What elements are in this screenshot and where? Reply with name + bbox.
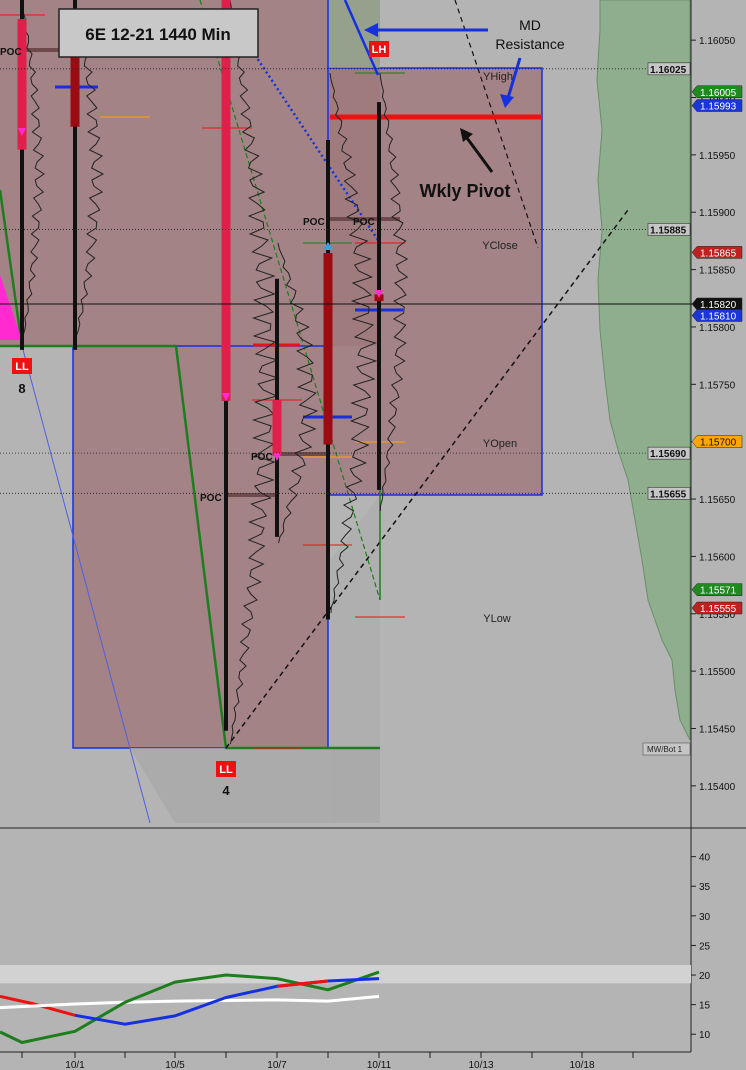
price-tick-label-14: 1.15400 bbox=[699, 782, 736, 793]
price-level-label-9: 1.15690 bbox=[650, 449, 687, 460]
price-tag-label-3: 1.15993 bbox=[700, 102, 737, 113]
mw-bot-label: MW/Bot 1 bbox=[647, 745, 683, 754]
osc-tick-label-7: 10 bbox=[699, 1030, 711, 1041]
osc-tick-label-6: 15 bbox=[699, 1001, 711, 1012]
chart-title: 6E 12-21 1440 Min bbox=[85, 25, 231, 44]
md-resistance-line1: MD bbox=[519, 17, 541, 33]
osc-tick-label-4: 25 bbox=[699, 941, 711, 952]
bar-body-5 bbox=[323, 253, 333, 445]
ll-tag-1: LL bbox=[15, 361, 29, 373]
price-tick-label-13: 1.15450 bbox=[699, 724, 736, 735]
price-tag-label-2: 1.16005 bbox=[700, 88, 737, 99]
osc-tick-label-1: 40 bbox=[699, 853, 711, 864]
price-tick-label-4: 1.15900 bbox=[699, 208, 736, 219]
price-tick-label-9: 1.15650 bbox=[699, 495, 736, 506]
bar-body-3 bbox=[221, 0, 231, 401]
price-level-label-10: 1.15655 bbox=[650, 489, 687, 500]
price-tag-label-8: 1.15700 bbox=[700, 438, 737, 449]
yhigh-label: YHigh bbox=[483, 71, 513, 83]
osc-tick-label-2: 35 bbox=[699, 882, 711, 893]
time-tick-label-5: 10/13 bbox=[468, 1060, 493, 1070]
time-tick-label-6: 10/18 bbox=[569, 1060, 594, 1070]
prior-day-box bbox=[328, 68, 542, 495]
poc-label-3: POC bbox=[353, 217, 375, 228]
poc-label-5: POC bbox=[200, 493, 222, 504]
price-tick-label-6: 1.15800 bbox=[699, 323, 736, 334]
price-level-label-4: 1.15885 bbox=[650, 225, 687, 236]
ll-count-2: 4 bbox=[222, 783, 230, 798]
md-resistance-line2: Resistance bbox=[495, 36, 564, 52]
time-tick-label-4: 10/11 bbox=[367, 1060, 392, 1070]
time-tick-label-1: 10/1 bbox=[65, 1060, 85, 1070]
osc-tick-label-3: 30 bbox=[699, 912, 711, 923]
chart-root: 6E 12-21 1440 Min MD Resistance Wkly Pivot Y… bbox=[0, 0, 746, 1070]
price-tick-label-3: 1.15950 bbox=[699, 151, 736, 162]
yopen-label: YOpen bbox=[483, 438, 517, 450]
price-tick-label-1: 1.16050 bbox=[699, 36, 736, 47]
price-tag-label-7: 1.15810 bbox=[700, 311, 737, 322]
ll-tag-2: LL bbox=[219, 764, 233, 776]
osc-tick-label-5: 20 bbox=[699, 971, 711, 982]
price-tick-label-10: 1.15600 bbox=[699, 552, 736, 563]
ll-count-1: 8 bbox=[18, 381, 25, 396]
ylow-label: YLow bbox=[483, 613, 511, 625]
price-tag-label-12: 1.15555 bbox=[700, 604, 737, 615]
price-tag-label-5: 1.15865 bbox=[700, 248, 737, 259]
time-tick-label-3: 10/7 bbox=[267, 1060, 287, 1070]
bar-body-4 bbox=[272, 399, 282, 456]
time-tick-label-2: 10/5 bbox=[165, 1060, 185, 1070]
price-level-label-1: 1.16025 bbox=[650, 65, 687, 76]
poc-label-1: POC bbox=[0, 47, 22, 58]
chart-canvas: 6E 12-21 1440 Min MD Resistance Wkly Pivot Y… bbox=[0, 0, 746, 1070]
yclose-label: YClose bbox=[482, 240, 517, 252]
price-tick-label-5: 1.15850 bbox=[699, 266, 736, 277]
poc-label-4: POC bbox=[251, 452, 273, 463]
price-tick-label-7: 1.15750 bbox=[699, 380, 736, 391]
weekly-pivot-label: Wkly Pivot bbox=[419, 181, 510, 201]
price-tick-label-12: 1.15500 bbox=[699, 667, 736, 678]
poc-label-2: POC bbox=[303, 217, 325, 228]
lh-tag: LH bbox=[372, 44, 387, 56]
price-tag-label-11: 1.15571 bbox=[700, 586, 737, 597]
